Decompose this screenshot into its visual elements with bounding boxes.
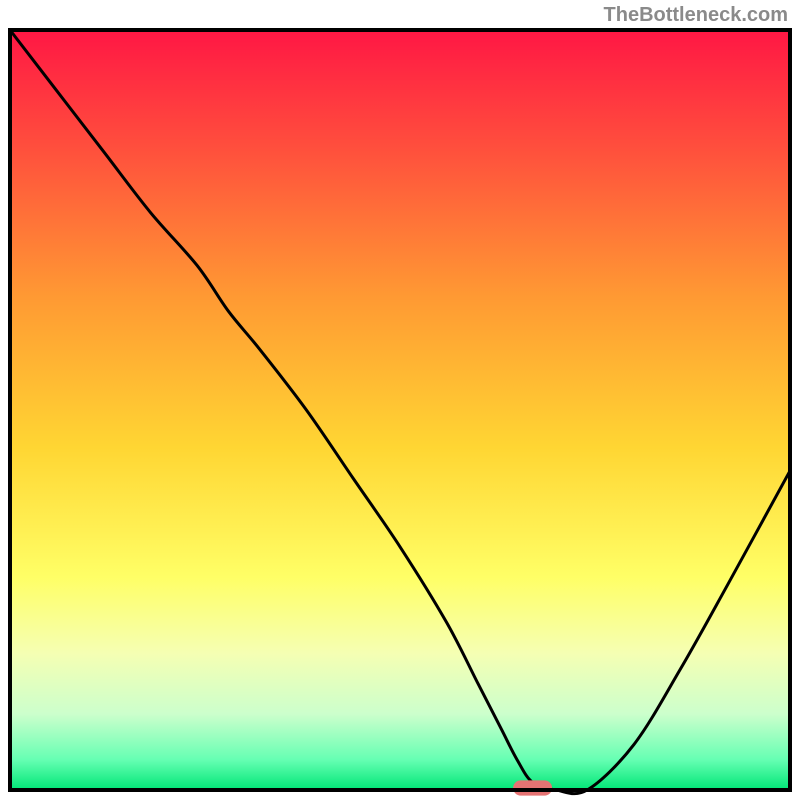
watermark-text: TheBottleneck.com: [604, 4, 788, 27]
chart-container: TheBottleneck.com: [0, 0, 800, 800]
chart-background: [10, 30, 790, 790]
bottleneck-chart: [0, 0, 800, 800]
